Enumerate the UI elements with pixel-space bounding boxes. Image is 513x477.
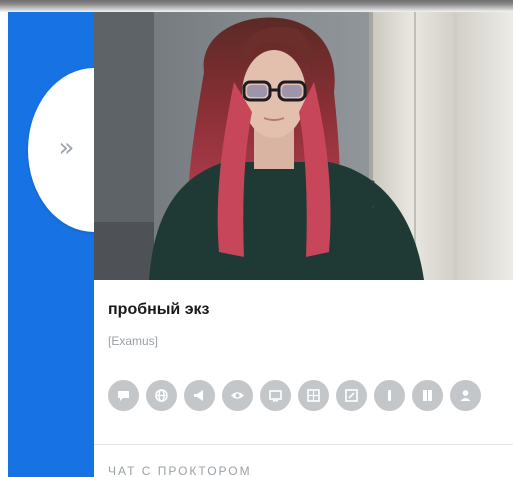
edit-icon[interactable] xyxy=(336,380,367,411)
book-icon[interactable] xyxy=(412,380,443,411)
eye-icon[interactable] xyxy=(222,380,253,411)
double-chevron-right-icon[interactable]: » xyxy=(47,133,81,163)
section-divider xyxy=(94,444,513,445)
status-icons-row xyxy=(108,380,481,411)
webcam-feed-icon xyxy=(94,12,513,280)
grid-icon[interactable] xyxy=(298,380,329,411)
top-shadow xyxy=(0,0,513,12)
left-margin xyxy=(0,12,8,477)
screen-icon[interactable] xyxy=(260,380,291,411)
webcam-video xyxy=(94,12,513,280)
megaphone-icon[interactable] xyxy=(184,380,215,411)
chat-with-proctor-label[interactable]: ЧАТ С ПРОКТОРОМ xyxy=(108,464,252,477)
exam-title: пробный экз xyxy=(108,301,210,318)
user-icon[interactable] xyxy=(450,380,481,411)
globe-icon[interactable] xyxy=(146,380,177,411)
person-icon[interactable] xyxy=(374,380,405,411)
proctoring-window: » пробный экз [Examus] ЧАТ С ПРОКТОРОМ xyxy=(0,0,513,477)
chat-icon[interactable] xyxy=(108,380,139,411)
exam-organization: [Examus] xyxy=(108,334,159,348)
